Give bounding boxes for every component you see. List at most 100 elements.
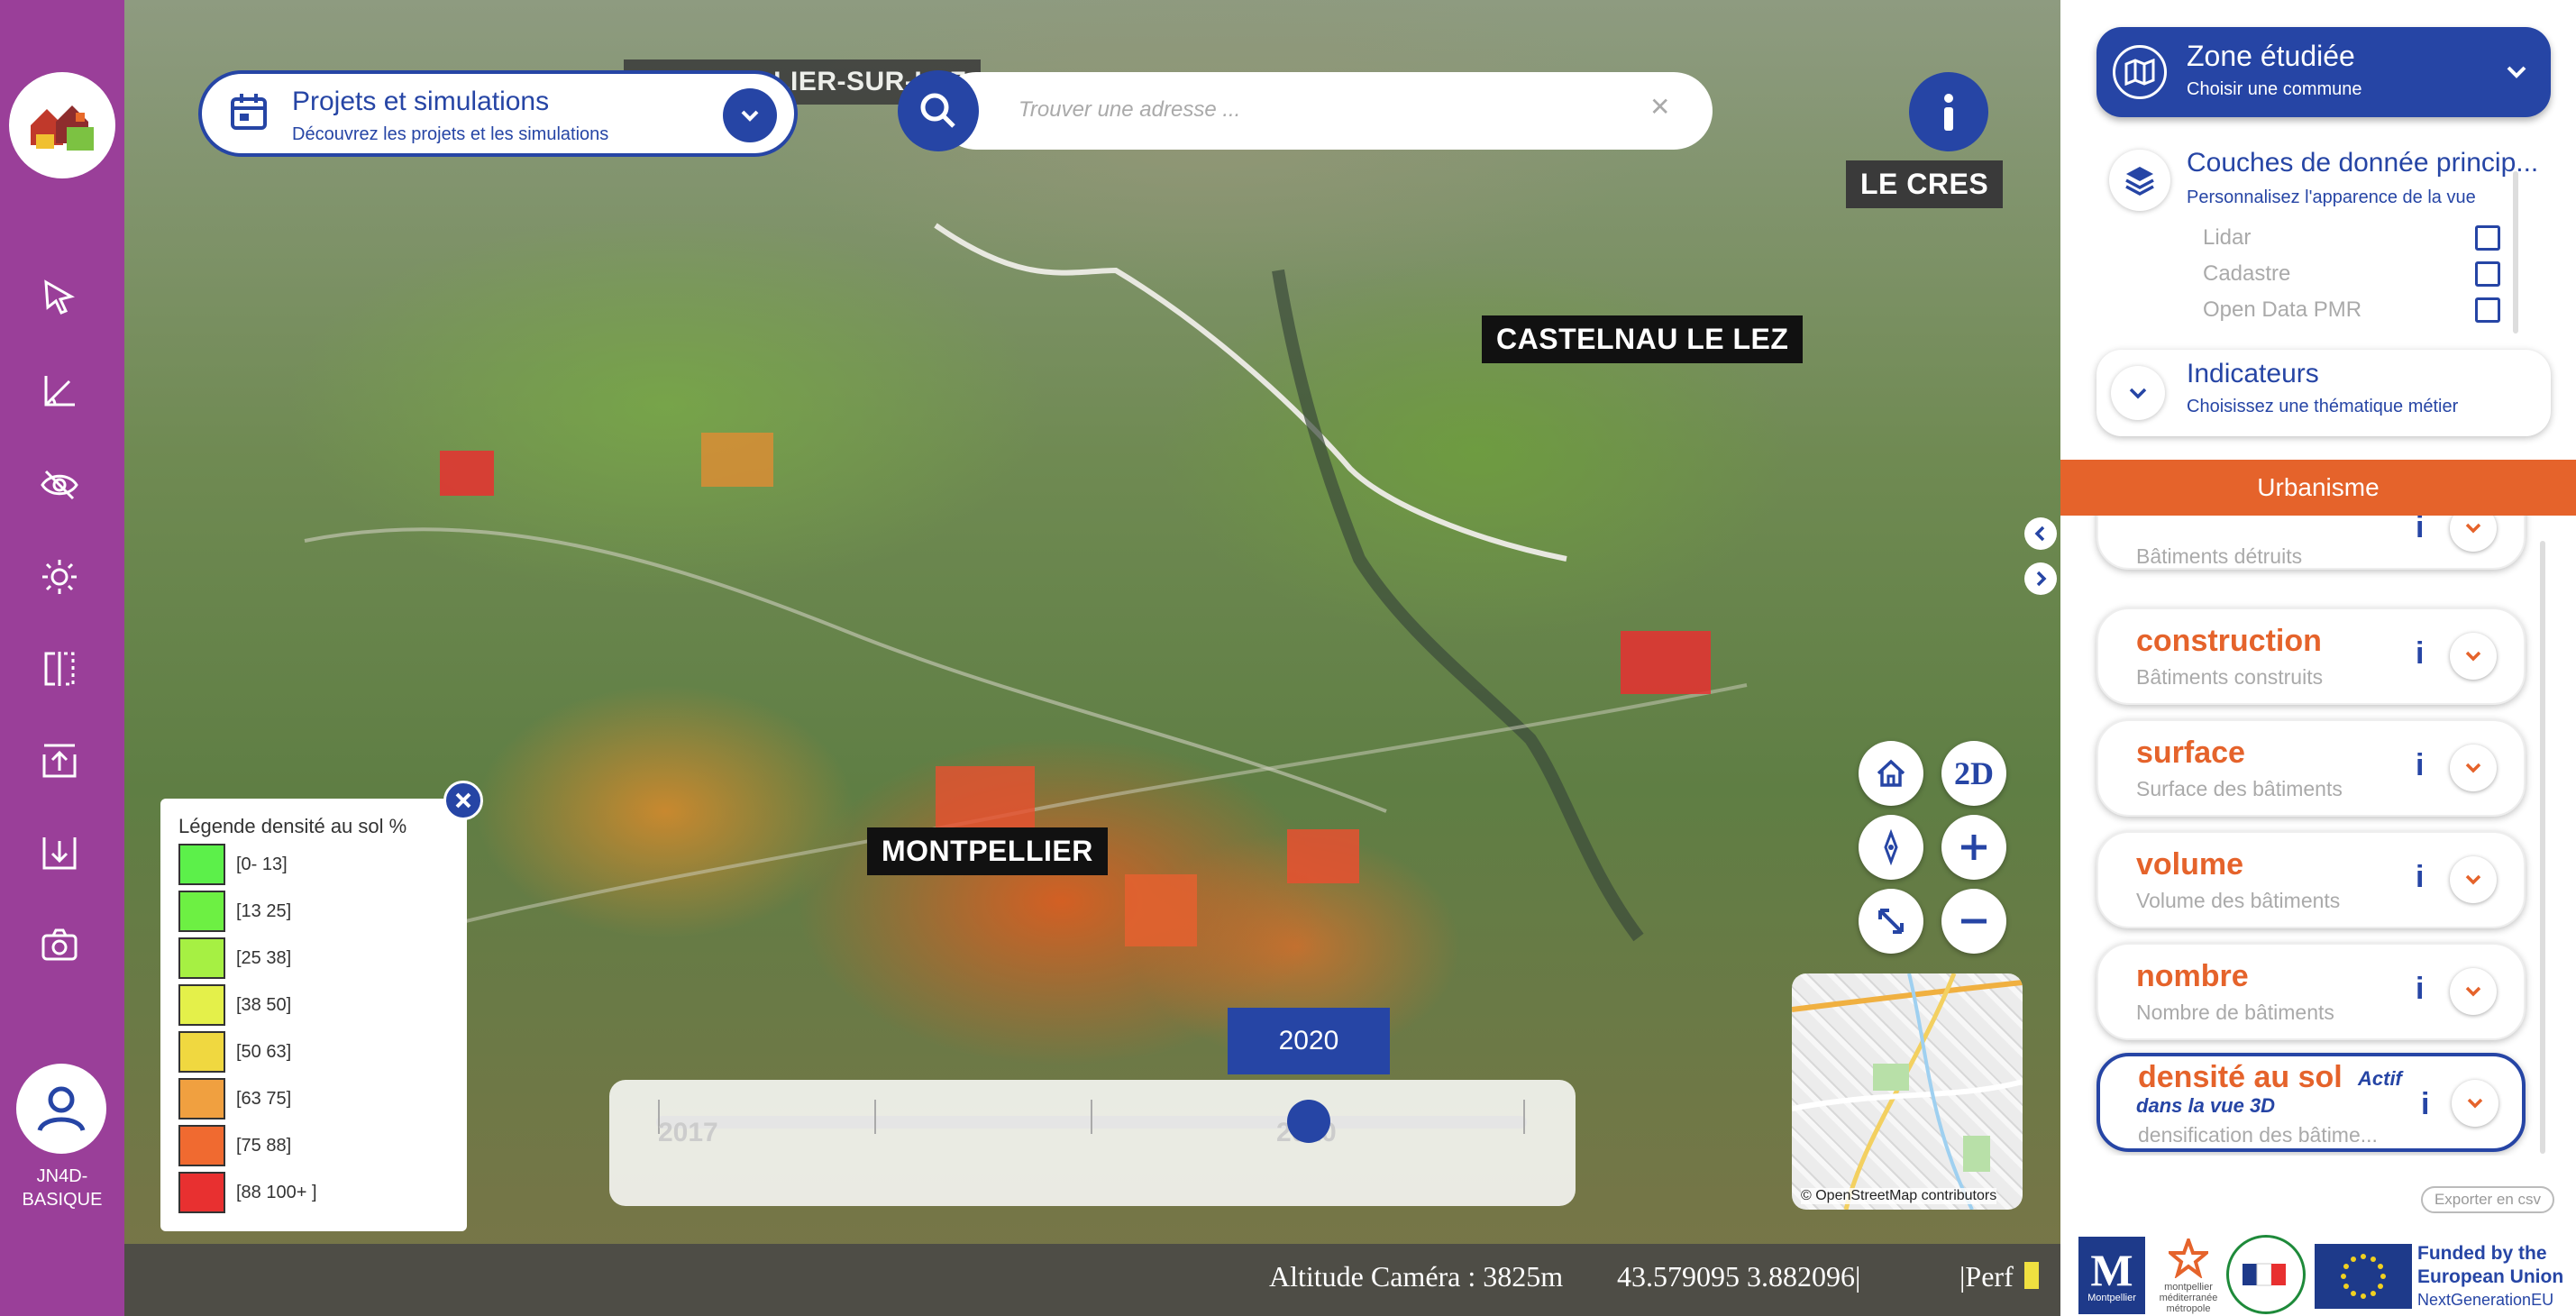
panel-collapse-button[interactable] <box>2024 517 2057 550</box>
zoom-out-button[interactable] <box>1941 889 2006 954</box>
map-fold-svg <box>2124 59 2155 86</box>
app-logo[interactable] <box>9 72 115 178</box>
indicator-scrollbar[interactable] <box>2540 541 2545 1154</box>
metropole-logo: montpellier méditerranée métropole <box>2149 1237 2228 1314</box>
eye-slash-icon <box>41 470 78 500</box>
indicators-selector[interactable]: Indicateurs Choisissez une thématique mé… <box>2096 350 2551 436</box>
legend-label: [0- 13] <box>236 854 288 874</box>
indicator-name: construction <box>2136 624 2322 658</box>
indicator-card-construction[interactable]: construction Bâtiments construits i <box>2096 608 2526 705</box>
indicator-desc: Bâtiments détruits <box>2136 544 2303 568</box>
indicator-card-destruction[interactable]: Bâtiments détruits i <box>2096 516 2526 570</box>
search-button[interactable] <box>898 70 979 151</box>
indicators-expand-button[interactable] <box>2111 366 2165 420</box>
layers-button[interactable] <box>2109 150 2170 211</box>
fullscreen-button[interactable] <box>1859 889 1923 954</box>
compass-button[interactable] <box>1859 815 1923 880</box>
close-icon <box>455 792 471 809</box>
houses-logo-icon <box>31 105 94 151</box>
selected-year-badge: 2020 <box>1228 1008 1390 1074</box>
indicator-info-button[interactable]: i <box>2416 748 2424 783</box>
plus-icon <box>1961 835 1987 860</box>
legend-close-button[interactable] <box>443 781 483 820</box>
cursor-icon <box>44 279 75 315</box>
indicator-info-button[interactable]: i <box>2416 516 2424 545</box>
info-icon <box>1944 94 1953 131</box>
layer-pmr-checkbox[interactable] <box>2475 297 2500 323</box>
user-name: JN4D- BASIQUE <box>0 1165 124 1211</box>
export-csv-button[interactable]: Exporter en csv <box>2421 1186 2554 1213</box>
home-view-button[interactable] <box>1859 741 1923 806</box>
indicator-expand-button[interactable] <box>2452 1080 2498 1127</box>
screenshot-button[interactable] <box>31 916 88 973</box>
projects-expand-button[interactable] <box>723 88 777 142</box>
indicator-card-volume[interactable]: volume Volume des bâtiments i <box>2096 831 2526 928</box>
indicator-expand-button[interactable] <box>2450 516 2497 552</box>
indicator-name: nombre <box>2136 959 2249 993</box>
indicator-card-nombre[interactable]: nombre Nombre de bâtiments i <box>2096 943 2526 1040</box>
indicator-expand-button[interactable] <box>2450 856 2497 903</box>
layer-cadastre-label: Cadastre <box>2203 261 2291 286</box>
layer-lidar-label: Lidar <box>2203 225 2252 250</box>
search-clear-button[interactable]: ✕ <box>1649 92 1670 122</box>
funded-line1: Funded by the <box>2417 1243 2547 1264</box>
indicator-expand-button[interactable] <box>2450 745 2497 791</box>
indicator-info-button[interactable]: i <box>2416 972 2424 1007</box>
zoom-in-button[interactable] <box>1941 815 2006 880</box>
timeline-panel <box>609 1080 1576 1206</box>
search-bar <box>937 72 1713 150</box>
legend-label: [25 38] <box>236 947 292 968</box>
info-button[interactable] <box>1909 72 1988 151</box>
select-tool-button[interactable] <box>31 269 88 326</box>
sunlight-tool-button[interactable] <box>31 548 88 606</box>
metropole-line3: métropole <box>2166 1303 2211 1314</box>
indicator-name: surface <box>2136 736 2245 770</box>
legend-swatch <box>178 891 225 932</box>
camera-icon <box>41 928 78 961</box>
indicator-info-button[interactable]: i <box>2416 636 2424 672</box>
visibility-tool-button[interactable] <box>31 456 88 514</box>
layer-lidar-checkbox[interactable] <box>2475 225 2500 251</box>
user-avatar[interactable] <box>16 1064 106 1154</box>
indicator-card-surface[interactable]: surface Surface des bâtiments i <box>2096 719 2526 817</box>
download-button[interactable] <box>31 824 88 882</box>
layers-scrollbar[interactable] <box>2513 171 2518 334</box>
zone-selector[interactable]: Zone étudiée Choisir une commune <box>2096 27 2551 117</box>
montpellier-caption: Montpellier <box>2087 1293 2136 1303</box>
minimap-roads <box>1792 973 2023 1210</box>
overview-minimap[interactable]: © OpenStreetMap contributors <box>1792 973 2023 1210</box>
upload-button[interactable] <box>31 732 88 790</box>
address-search-input[interactable] <box>1019 90 1649 130</box>
legend-item: [0- 13] <box>178 844 288 885</box>
measure-tool-button[interactable] <box>31 362 88 420</box>
layer-cadastre-checkbox[interactable] <box>2475 261 2500 287</box>
expand-arrows-icon <box>1878 909 1904 934</box>
chevron-down-icon <box>2465 874 2481 885</box>
panel-expand-button[interactable] <box>2024 562 2057 595</box>
chevron-down-icon <box>741 110 759 122</box>
metropole-line2: méditerranée <box>2159 1293 2218 1303</box>
legend-item: [88 100+ ] <box>178 1172 317 1213</box>
toggle-2d-button[interactable]: 2D <box>1941 741 2006 806</box>
indicator-expand-button[interactable] <box>2450 968 2497 1015</box>
eu-flag-logo <box>2315 1244 2412 1309</box>
indicator-name: volume <box>2136 847 2244 882</box>
map-label-castelnau: CASTELNAU LE LEZ <box>1482 315 1804 363</box>
legend-title: Légende densité au sol % <box>178 815 407 837</box>
timeline-slider-knob[interactable] <box>1287 1100 1330 1143</box>
indicator-expand-button[interactable] <box>2450 633 2497 680</box>
legend-label: [50 63] <box>236 1041 292 1062</box>
layers-subtitle: Personnalisez l'apparence de la vue <box>2187 187 2476 207</box>
chevron-down-icon <box>2467 1098 2483 1109</box>
indicator-desc: Nombre de bâtiments <box>2136 1001 2334 1024</box>
compare-tool-button[interactable] <box>31 640 88 698</box>
funded-by-eu-text: Funded by the European Union <box>2417 1242 2563 1289</box>
legend-label: [75 88] <box>236 1135 292 1156</box>
map-label-montpellier: MONTPELLIER <box>867 827 1108 875</box>
user-name-line1: JN4D- <box>36 1166 88 1186</box>
camera-coordinates: 43.579095 3.882096| <box>1617 1260 1861 1293</box>
projects-panel[interactable]: Projets et simulations Découvrez les pro… <box>198 70 798 157</box>
indicator-info-button[interactable]: i <box>2416 860 2424 895</box>
indicator-info-button[interactable]: i <box>2421 1087 2429 1122</box>
indicator-desc: Surface des bâtiments <box>2136 777 2343 800</box>
